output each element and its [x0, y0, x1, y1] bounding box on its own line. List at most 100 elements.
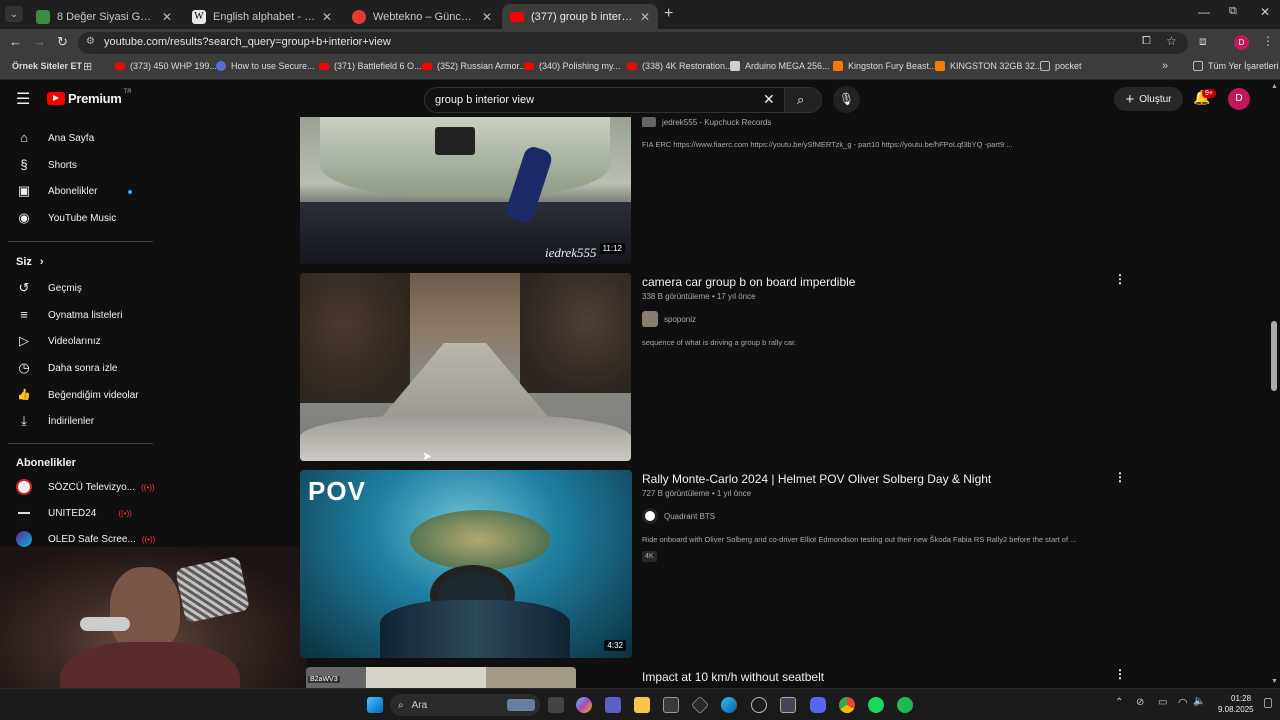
edge-icon[interactable]: [721, 697, 737, 713]
store-icon[interactable]: [663, 697, 679, 713]
home-icon: ⌂: [20, 130, 28, 145]
more-actions-icon[interactable]: ⋮: [1114, 667, 1126, 681]
tab-search-button[interactable]: ⌄: [5, 6, 23, 22]
app-icon[interactable]: [690, 695, 710, 715]
profile-avatar[interactable]: D: [1234, 35, 1249, 50]
task-view-icon[interactable]: [548, 697, 564, 713]
restore-button[interactable]: ⧉: [1229, 5, 1237, 18]
windows-start-icon[interactable]: [367, 697, 383, 713]
more-actions-icon[interactable]: ⋮: [1114, 272, 1126, 286]
bookmark-item[interactable]: How to use Secure...: [216, 61, 315, 71]
browser-tab[interactable]: 8 Değer Siyasi Görüş Testi ✕: [28, 4, 180, 29]
tray-app-icon[interactable]: ▭: [1158, 697, 1167, 708]
more-actions-icon[interactable]: ⋮: [1114, 470, 1126, 484]
sidebar-item-subscriptions[interactable]: ▣ Abonelikler: [16, 180, 98, 202]
video-channel[interactable]: jedrek555 - Kupchuck Records: [642, 117, 771, 127]
app-icon[interactable]: [868, 697, 884, 713]
sidebar-item-downloads[interactable]: ⤓ İndirilenler: [16, 410, 94, 432]
all-bookmarks-folder[interactable]: Tüm Yer İşaretleri: [1193, 61, 1279, 71]
sidebar-item-youtube-music[interactable]: ◉ YouTube Music: [16, 207, 116, 229]
close-window-button[interactable]: ✕: [1260, 5, 1270, 19]
sidebar-item-history[interactable]: ↺ Geçmiş: [16, 277, 82, 299]
clock-date[interactable]: 9.08.2025: [1218, 705, 1254, 714]
wifi-icon[interactable]: ◠: [1178, 696, 1188, 709]
sidebar-item-home[interactable]: ⌂ Ana Sayfa: [16, 127, 94, 149]
browser-tab[interactable]: W English alphabet - Wikipedia ✕: [184, 4, 340, 29]
browser-tab-active[interactable]: (377) group b interior view - Yo ✕: [502, 4, 658, 29]
volume-icon[interactable]: 🔈: [1193, 696, 1205, 707]
sidebar-item-shorts[interactable]: § Shorts: [16, 154, 77, 176]
apps-grid-icon[interactable]: ⊞: [83, 60, 92, 73]
video-title[interactable]: Rally Monte-Carlo 2024 | Helmet POV Oliv…: [642, 472, 991, 486]
bookmark-item[interactable]: (373) 450 WHP 199...: [115, 61, 217, 71]
bookmark-item[interactable]: (352) Russian Armor...: [422, 61, 527, 71]
tab-close-icon[interactable]: ✕: [640, 10, 650, 24]
back-arrow-icon[interactable]: ←: [9, 34, 22, 49]
chrome-icon[interactable]: [839, 697, 855, 713]
video-thumbnail[interactable]: ➤: [300, 273, 631, 461]
sidebar-section-you[interactable]: Siz ›: [16, 251, 44, 273]
bookmark-item[interactable]: Kingston Fury Beast...: [833, 61, 937, 71]
video-channel[interactable]: spoponiz: [642, 311, 696, 327]
more-bookmarks-icon[interactable]: »: [1162, 60, 1168, 72]
notification-center-icon[interactable]: [1264, 698, 1272, 708]
discord-icon[interactable]: [810, 697, 826, 713]
create-button[interactable]: + Oluştur: [1114, 87, 1183, 111]
browser-menu-icon[interactable]: ⋮: [1262, 34, 1274, 48]
tab-close-icon[interactable]: ✕: [322, 10, 332, 24]
extensions-icon[interactable]: ⧈: [1199, 34, 1207, 49]
bookmark-item[interactable]: (338) 4K Restoration...: [627, 61, 733, 71]
browser-tab[interactable]: Webtekno – Güncel Teknoloji H ✕: [344, 4, 500, 29]
sidebar-item-playlists[interactable]: ≡ Oynatma listeleri: [16, 304, 122, 326]
tab-close-icon[interactable]: ✕: [162, 10, 172, 24]
video-thumbnail[interactable]: POV 4:32: [300, 470, 632, 658]
cast-icon[interactable]: ⧠: [1142, 35, 1151, 48]
address-bar[interactable]: ⚙ youtube.com/results?search_query=group…: [78, 32, 1188, 54]
scrollbar-up-arrow[interactable]: ▲: [1271, 83, 1278, 90]
video-thumbnail[interactable]: iedrek555 11:12: [300, 117, 631, 264]
site-info-icon[interactable]: ⚙: [86, 36, 95, 47]
bookmark-item[interactable]: (340) Polishing my...: [524, 61, 620, 71]
scrollbar-thumb[interactable]: [1271, 321, 1277, 391]
search-input[interactable]: group b interior view ✕: [424, 87, 786, 113]
bookmarks-bar: Örnek Siteler ET ⊞ (373) 450 WHP 199... …: [0, 56, 1280, 80]
clear-search-icon[interactable]: ✕: [763, 91, 775, 108]
sidebar-item-watch-later[interactable]: ◷ Daha sonra izle: [16, 357, 117, 379]
bookmark-folder[interactable]: pocket: [1040, 61, 1082, 71]
youtube-logo[interactable]: Premium TR: [47, 89, 132, 106]
tray-chevron-icon[interactable]: ⌃: [1115, 697, 1123, 708]
bookmark-item[interactable]: Arduino MEGA 256...: [730, 61, 830, 71]
bookmark-item[interactable]: KINGSTON 32GB 32...: [935, 61, 1042, 71]
new-tab-button[interactable]: +: [664, 5, 673, 23]
spotify-icon[interactable]: [897, 697, 913, 713]
voice-search-button[interactable]: 🎙: [833, 86, 860, 113]
video-title[interactable]: Impact at 10 km/h without seatbelt: [642, 670, 824, 684]
reload-icon[interactable]: ↻: [57, 34, 68, 50]
search-button[interactable]: ⌕: [784, 87, 822, 113]
file-explorer-icon[interactable]: [634, 697, 650, 713]
sidebar-sub-united24[interactable]: UNITED24 ((•)): [16, 502, 132, 524]
chatgpt-icon[interactable]: [751, 697, 767, 713]
tray-app-icon[interactable]: ⊘: [1136, 697, 1144, 708]
sidebar-item-your-videos[interactable]: ▷ Videolarınız: [16, 330, 101, 352]
copilot-icon[interactable]: [576, 697, 592, 713]
account-avatar[interactable]: D: [1228, 88, 1250, 110]
video-thumbnail[interactable]: B2aWV3: [306, 667, 576, 688]
video-title[interactable]: camera car group b on board imperdible: [642, 275, 855, 289]
forward-arrow-icon[interactable]: →: [33, 34, 46, 49]
bookmark-star-icon[interactable]: ☆: [1166, 34, 1177, 48]
clock-time[interactable]: 01:28: [1231, 694, 1251, 703]
taskbar-search-box[interactable]: ⌕ Ara: [390, 694, 540, 716]
hamburger-menu-icon[interactable]: ☰: [16, 89, 30, 109]
bookmark-item[interactable]: (371) Battlefield 6 O...: [319, 61, 422, 71]
scrollbar-down-arrow[interactable]: ▼: [1271, 678, 1278, 685]
sidebar-item-liked-videos[interactable]: 👍 Beğendiğim videolar: [16, 384, 138, 406]
live-icon: ((•)): [141, 534, 156, 544]
minimize-button[interactable]: —: [1198, 5, 1210, 19]
video-channel[interactable]: Quadrant BTS: [642, 508, 715, 524]
teams-icon[interactable]: [605, 697, 621, 713]
bookmark-folder-ornek[interactable]: Örnek Siteler ET: [12, 61, 82, 71]
app-icon[interactable]: [780, 697, 796, 713]
tab-close-icon[interactable]: ✕: [482, 10, 492, 24]
sidebar-sub-sozcu[interactable]: SÖZCÜ Televizyo... ((•)): [16, 476, 155, 498]
